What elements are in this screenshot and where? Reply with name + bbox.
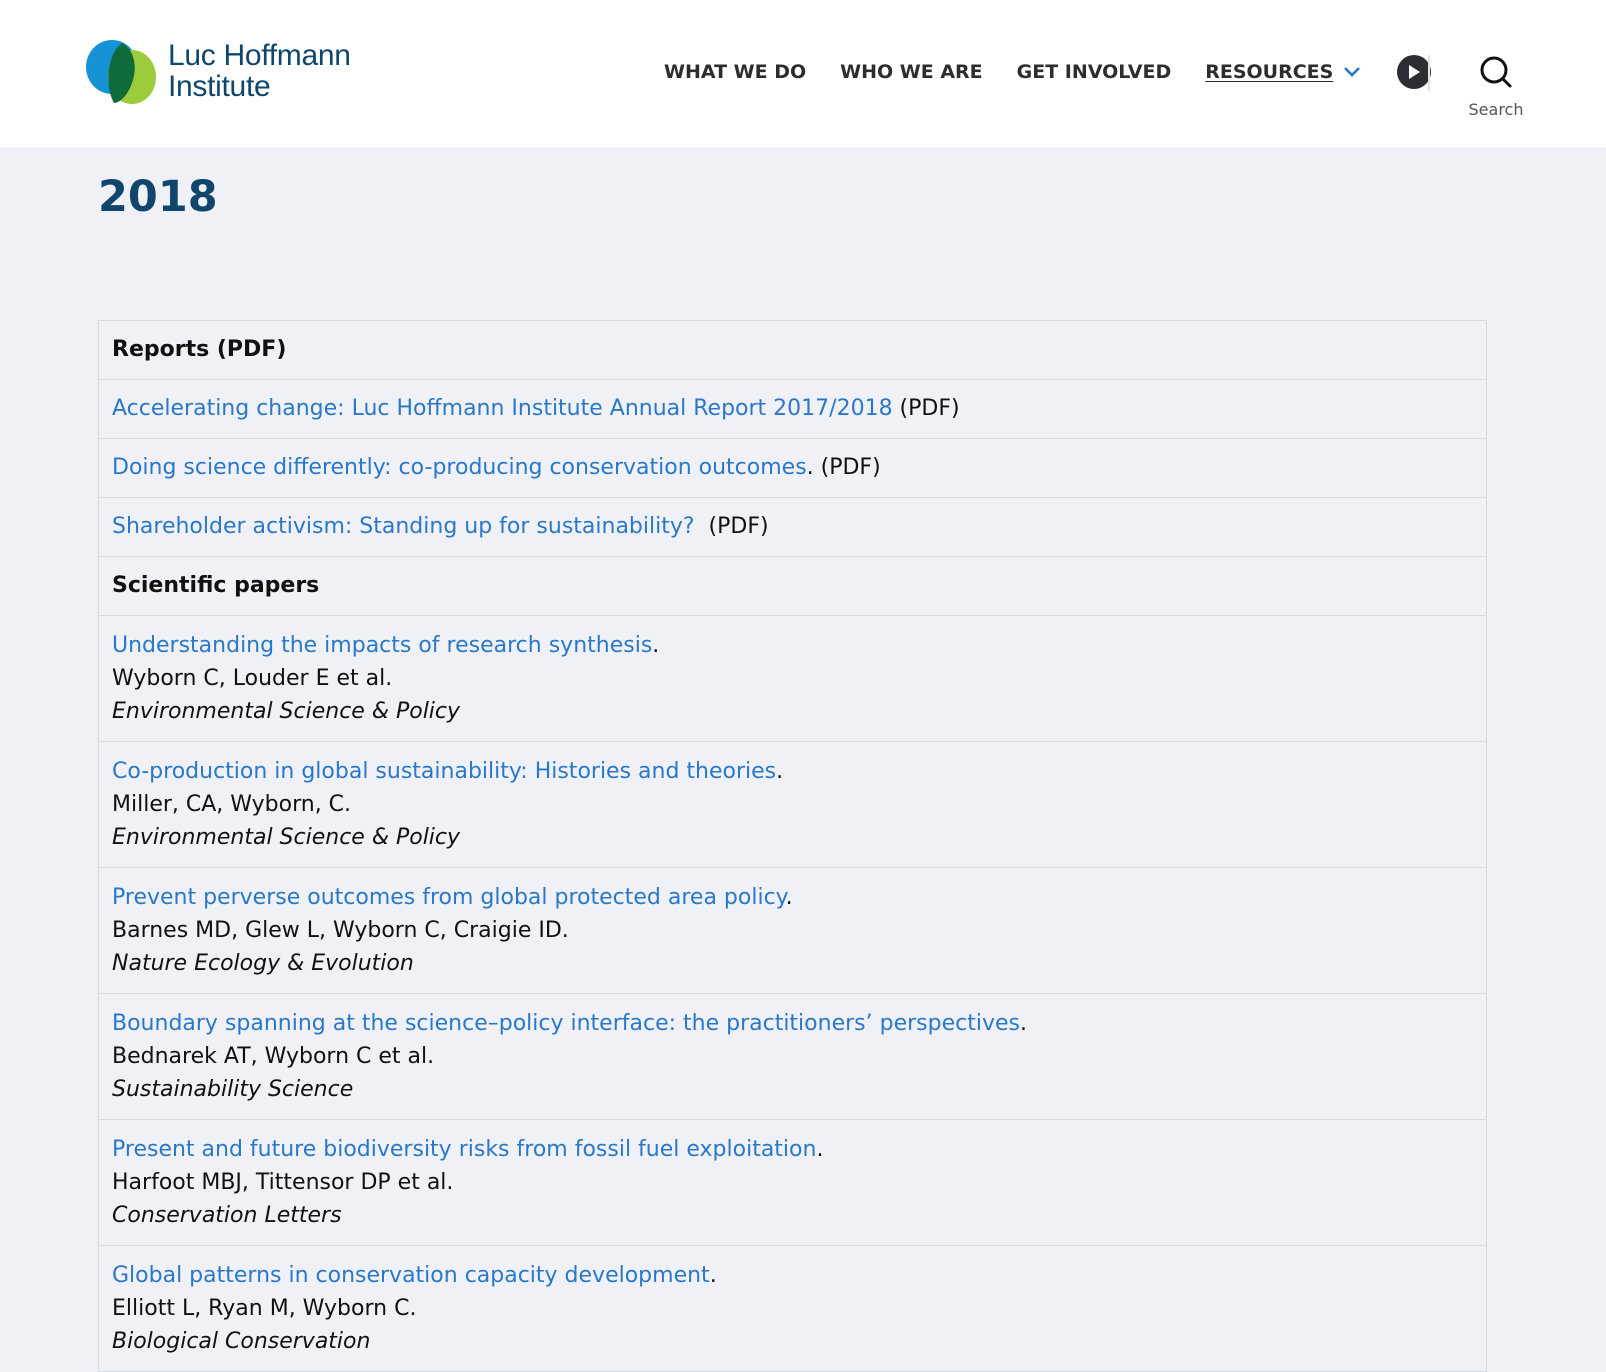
site-header: Luc Hoffmann Institute WHAT WE DO WHO WE… (0, 0, 1606, 147)
logo-line-2: Institute (168, 70, 271, 103)
report-row: Shareholder activism: Standing up for su… (99, 498, 1486, 557)
paper-authors: Elliott L, Ryan M, Wyborn C. (112, 1296, 417, 1321)
nav-get-involved[interactable]: GET INVOLVED (1017, 61, 1172, 83)
paper-authors: Wyborn C, Louder E et al. (112, 666, 393, 691)
report-format: . (PDF) (806, 455, 881, 480)
nav-what-we-do[interactable]: WHAT WE DO (664, 61, 806, 83)
page-title: 2018 (98, 172, 218, 222)
nav-resources[interactable]: RESOURCES (1205, 61, 1333, 83)
report-link[interactable]: Accelerating change: Luc Hoffmann Instit… (112, 396, 893, 421)
report-format: (PDF) (892, 396, 960, 421)
paper-link[interactable]: Present and future biodiversity risks fr… (112, 1137, 816, 1162)
paper-authors: Bednarek AT, Wyborn C et al. (112, 1044, 435, 1069)
paper-row: Boundary spanning at the science–policy … (99, 994, 1486, 1120)
report-format: (PDF) (694, 514, 769, 539)
search-button[interactable]: Search (1462, 54, 1530, 119)
paper-row: Co-production in global sustainability: … (99, 742, 1486, 868)
publications-table: Reports (PDF) Accelerating change: Luc H… (98, 320, 1487, 1372)
paper-title-end: . (816, 1137, 824, 1162)
paper-link[interactable]: Co-production in global sustainability: … (112, 759, 776, 784)
paper-title-end: . (652, 633, 660, 658)
report-row: Doing science differently: co-producing … (99, 439, 1486, 498)
paper-journal: Environmental Science & Policy (112, 699, 461, 724)
paper-link[interactable]: Boundary spanning at the science–policy … (112, 1011, 1020, 1036)
paper-link[interactable]: Global patterns in conservation capacity… (112, 1263, 710, 1288)
paper-row: Prevent perverse outcomes from global pr… (99, 868, 1486, 994)
paper-authors: Barnes MD, Glew L, Wyborn C, Craigie ID. (112, 918, 569, 943)
paper-link[interactable]: Prevent perverse outcomes from global pr… (112, 885, 786, 910)
search-label: Search (1468, 100, 1524, 119)
report-link[interactable]: Doing science differently: co-producing … (112, 455, 807, 480)
paper-authors: Miller, CA, Wyborn, C. (112, 792, 352, 817)
paper-row: Understanding the impacts of research sy… (99, 616, 1486, 742)
paper-journal: Conservation Letters (112, 1203, 342, 1228)
logo-wordmark: Luc Hoffmann Institute (168, 40, 351, 102)
header-divider (1428, 55, 1430, 91)
chevron-down-icon[interactable] (1343, 66, 1361, 78)
papers-heading: Scientific papers (99, 557, 1486, 616)
logo-mark-icon (86, 40, 156, 104)
report-link[interactable]: Shareholder activism: Standing up for su… (112, 514, 695, 539)
main-nav: WHAT WE DO WHO WE ARE GET INVOLVED RESOU… (664, 55, 1432, 89)
reports-heading: Reports (PDF) (99, 321, 1486, 380)
paper-row: Present and future biodiversity risks fr… (99, 1120, 1486, 1246)
paper-row: Global patterns in conservation capacity… (99, 1246, 1486, 1372)
nav-who-we-are[interactable]: WHO WE ARE (840, 61, 983, 83)
play-video-button[interactable] (1397, 55, 1432, 89)
paper-title-end: . (785, 885, 793, 910)
paper-title-end: . (709, 1263, 717, 1288)
site-logo[interactable]: Luc Hoffmann Institute (86, 36, 351, 106)
paper-journal: Environmental Science & Policy (112, 825, 461, 850)
paper-title-end: . (1019, 1011, 1027, 1036)
report-row: Accelerating change: Luc Hoffmann Instit… (99, 380, 1486, 439)
logo-line-1: Luc Hoffmann (168, 39, 351, 72)
paper-journal: Biological Conservation (112, 1329, 371, 1354)
paper-title-end: . (776, 759, 784, 784)
paper-journal: Nature Ecology & Evolution (112, 951, 414, 976)
play-icon (1409, 65, 1421, 79)
paper-journal: Sustainability Science (112, 1077, 354, 1102)
paper-link[interactable]: Understanding the impacts of research sy… (112, 633, 652, 658)
search-icon (1480, 56, 1512, 88)
paper-authors: Harfoot MBJ, Tittensor DP et al. (112, 1170, 454, 1195)
